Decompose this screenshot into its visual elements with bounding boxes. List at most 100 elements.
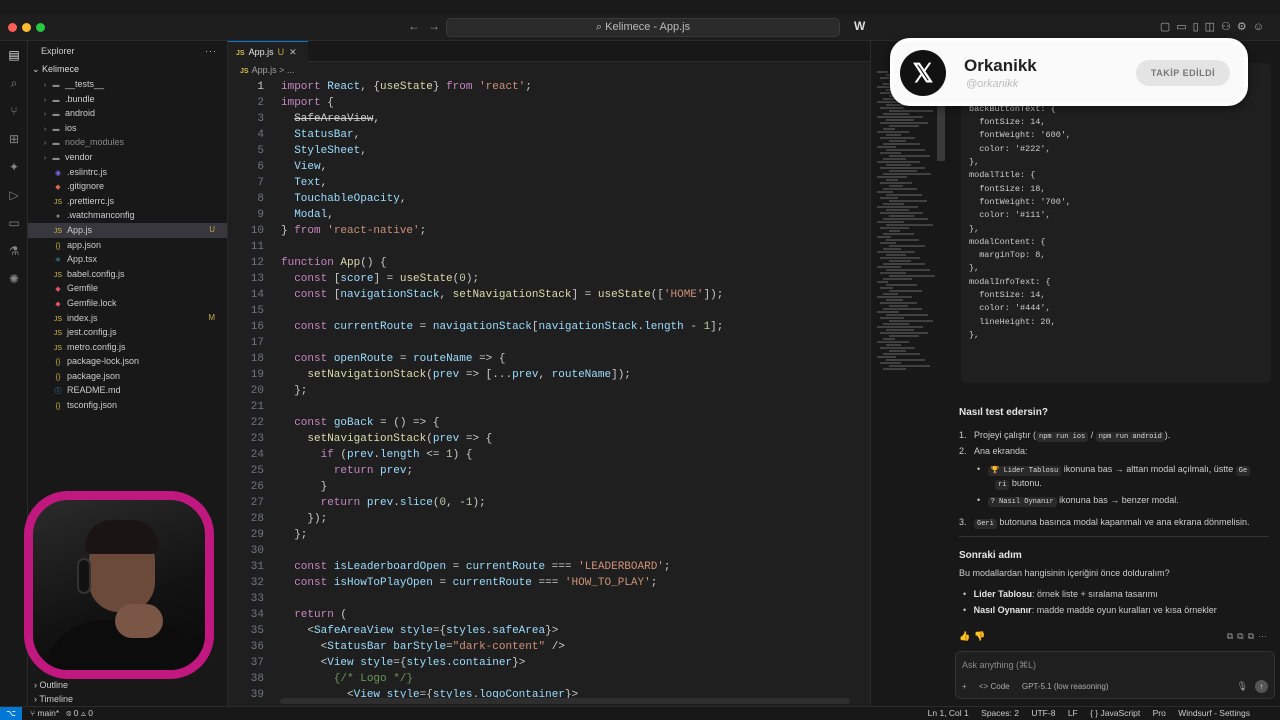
file-item[interactable]: {} package-lock.json (28, 354, 227, 369)
folder-item[interactable]: › ▬ ios (28, 121, 227, 136)
line-number: 4 (257, 129, 264, 141)
following-button[interactable]: TAKİP EDİLDİ (1136, 60, 1230, 86)
more-actions-icon[interactable]: ··· (205, 41, 217, 62)
indentation[interactable]: Spaces: 2 (981, 708, 1019, 718)
plan-badge[interactable]: Pro (1153, 708, 1166, 718)
file-item[interactable]: JS index.js M (28, 311, 227, 326)
untracked-badge: U (277, 47, 285, 57)
windsurf-settings[interactable]: Windsurf - Settings (1178, 708, 1250, 718)
minimap-line (889, 215, 914, 217)
file-item[interactable]: JS jest.config.js (28, 325, 227, 340)
file-item[interactable]: JS metro.config.js (28, 340, 227, 355)
close-window-button[interactable] (8, 23, 17, 32)
file-item[interactable]: ◉ .eslintrc.js (28, 165, 227, 180)
minimap-line (877, 236, 891, 238)
file-item[interactable]: ● .watchmanconfig (28, 208, 227, 223)
editor-horizontal-scrollbar[interactable] (280, 698, 850, 704)
minimap-line (886, 164, 912, 166)
search-icon[interactable]: ⌕ (0, 69, 28, 97)
folder-item[interactable]: › ▬ node_modules (28, 135, 227, 150)
message-actions-icons[interactable]: ⧉⧉⧉⋯ (1227, 631, 1271, 642)
folder-item[interactable]: › ▬ .bundle (28, 92, 227, 107)
code-line: 31 const isLeaderboardOpen = currentRout… (228, 559, 870, 575)
file-item[interactable]: JS babel.config.js (28, 267, 227, 282)
breadcrumb[interactable]: JS App.js > ... (228, 62, 870, 79)
line-ending[interactable]: LF (1068, 708, 1078, 718)
cascade-icon[interactable]: ✦ (0, 153, 28, 181)
line-number: 23 (250, 433, 264, 445)
code-line: 17 (228, 335, 870, 351)
code-text: const isHowToPlayOpen = currentRoute ===… (294, 577, 658, 589)
editor-area: JS App.js U ✕ JS App.js > ... 1 import React,… (228, 41, 946, 706)
minimap-line (880, 197, 899, 199)
file-item[interactable]: ◆ Gemfile (28, 281, 227, 296)
testing-icon[interactable]: ⚗ (0, 237, 28, 265)
extensions-icon[interactable]: ⊞ (0, 125, 28, 153)
code-line: 14 const [navigationStack, setNavigation… (228, 287, 870, 303)
minimap-line (889, 335, 920, 337)
outline-section[interactable]: › Outline (28, 678, 228, 692)
javascript-file-icon: JS (236, 50, 245, 57)
line-number: 16 (250, 321, 264, 333)
run-debug-icon[interactable]: ▷ (0, 181, 28, 209)
zoom-window-button[interactable] (36, 23, 45, 32)
explorer-title: Explorer (41, 46, 75, 56)
minimap-line (886, 359, 925, 361)
file-item[interactable]: JS App.js U (28, 222, 227, 238)
encoding[interactable]: UTF-8 (1031, 708, 1055, 718)
code-text: const openRoute = routeName => { (294, 353, 506, 365)
add-context-button[interactable]: + (962, 682, 967, 691)
language-mode[interactable]: { } JavaScript (1090, 708, 1140, 718)
secondary-minimap[interactable] (877, 71, 936, 411)
model-selector[interactable]: GPT-5.1 (low reasoning) (1022, 682, 1109, 691)
folder-item[interactable]: › ▬ __tests__ (28, 77, 227, 92)
send-icon[interactable]: ↑ (1255, 680, 1268, 693)
timeline-section[interactable]: › Timeline (28, 692, 228, 706)
command-center-search[interactable]: ⌕ Kelimece - App.js (446, 18, 840, 37)
folder-item[interactable]: › ▬ android (28, 106, 227, 121)
bug-icon[interactable]: ✺ (0, 265, 28, 293)
remote-explorer-icon[interactable]: ▭ (0, 209, 28, 237)
microphone-icon[interactable]: 🎙 (1237, 681, 1248, 692)
file-item[interactable]: JS .prettierrc.js (28, 194, 227, 209)
git-branch[interactable]: main* (37, 708, 59, 718)
folder-item[interactable]: › ▬ vendor (28, 150, 227, 165)
file-item[interactable]: ◆ .gitignore (28, 179, 227, 194)
mode-selector[interactable]: <> Code (979, 682, 1010, 691)
step-2: 2. Ana ekranda: (959, 446, 1028, 456)
nav-arrows[interactable]: ←→ (408, 19, 448, 33)
problems-count[interactable]: ⊗ 0 ⚠ 0 (66, 708, 93, 718)
step-3: 3. Geri butonuna basınca modal kapanmalı… (959, 517, 1250, 529)
windsurf-logo-icon[interactable]: W (854, 19, 865, 33)
file-item[interactable]: ⓘ README.md (28, 383, 227, 398)
project-root[interactable]: ⌄ Kelimece (28, 62, 227, 77)
file-item[interactable]: ⚛ App.tsx (28, 252, 227, 267)
file-item[interactable]: {} package.json (28, 369, 227, 384)
explorer-header: Explorer ··· (28, 41, 227, 62)
file-tree: › ▬ __tests__ › ▬ .bundle › ▬ android › ▬ ios › ▬ node… (28, 77, 227, 413)
ask-input[interactable] (962, 658, 1262, 672)
explorer-icon[interactable]: ▤ (0, 41, 28, 69)
line-number: 22 (250, 417, 264, 429)
minimap-line (877, 266, 902, 268)
feedback-icons[interactable]: 👍👎 (959, 631, 989, 642)
remote-icon[interactable]: ⌥ (0, 707, 22, 720)
cursor-position[interactable]: Ln 1, Col 1 (928, 708, 969, 718)
close-tab-icon[interactable]: ✕ (289, 47, 297, 57)
line-number: 37 (250, 657, 264, 669)
tab-app-js[interactable]: JS App.js U ✕ (228, 41, 308, 62)
tree-item-label: android (65, 108, 96, 119)
ask-box: + <> Code GPT-5.1 (low reasoning) 🎙 ↑ (955, 651, 1275, 699)
file-item[interactable]: ◆ Gemfile.lock (28, 296, 227, 311)
source-control-icon[interactable]: ⑂ (0, 97, 28, 125)
minimize-window-button[interactable] (22, 23, 31, 32)
minimap-line (880, 212, 923, 214)
file-item[interactable]: {} tsconfig.json (28, 398, 227, 413)
tree-item-label: __tests__ (65, 79, 105, 89)
line-number: 9 (257, 209, 264, 221)
layout-toggle-icons[interactable]: ▢▭▯◫⚇⚙☺ (1160, 20, 1270, 33)
minimap-line (883, 218, 928, 220)
code-editor[interactable]: 1 import React, {useState} from 'react'; 2… (228, 79, 870, 706)
minimap-line (883, 113, 909, 115)
file-item[interactable]: {} app.json (28, 238, 227, 253)
